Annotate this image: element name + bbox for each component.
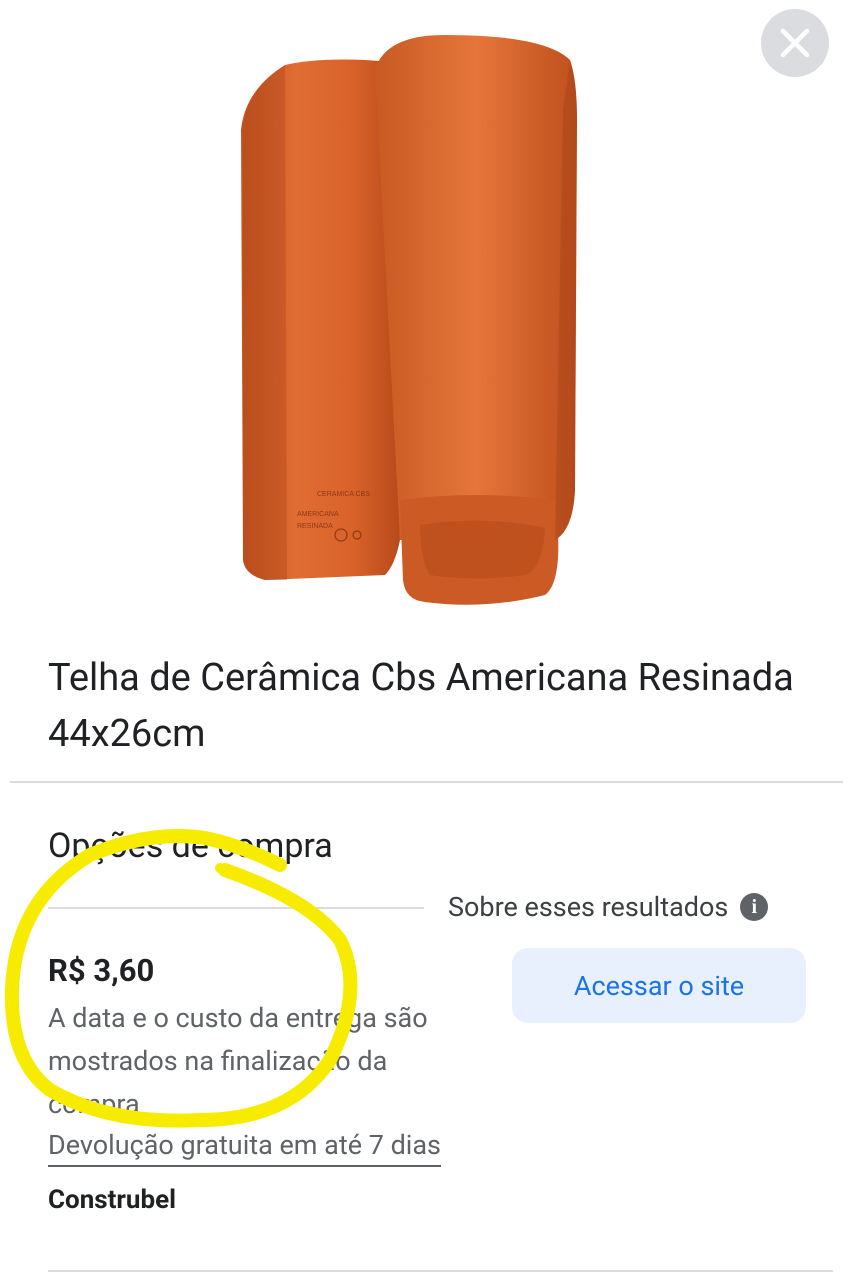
close-icon — [780, 28, 810, 58]
divider — [10, 781, 843, 783]
info-icon: i — [740, 893, 769, 921]
divider — [48, 1270, 833, 1272]
free-returns-link[interactable]: Devolução gratuita em até 7 dias — [48, 1125, 441, 1167]
visit-site-button[interactable]: Acessar o site — [512, 948, 806, 1023]
delivery-note: A data e o custo da entrega são mostrado… — [48, 1002, 428, 1120]
close-button[interactable] — [761, 9, 829, 77]
seller-name: Construbel — [48, 1185, 177, 1215]
product-title: Telha de Cerâmica Cbs Americana Resinada… — [48, 656, 794, 756]
product-image[interactable]: CERAMICA CBS AMERICANA RESINADA — [225, 20, 595, 620]
about-results-label: Sobre esses resultados — [448, 891, 729, 923]
image-stamp-line: AMERICANA — [297, 511, 339, 518]
about-results-link[interactable]: Sobre esses resultados i — [448, 889, 769, 925]
divider — [48, 907, 424, 909]
purchase-options-heading: Opções de compra — [48, 826, 333, 866]
image-stamp-line: RESINADA — [297, 523, 333, 530]
image-stamp-line: CERAMICA CBS — [317, 491, 370, 498]
price: R$ 3,60 — [48, 952, 155, 989]
